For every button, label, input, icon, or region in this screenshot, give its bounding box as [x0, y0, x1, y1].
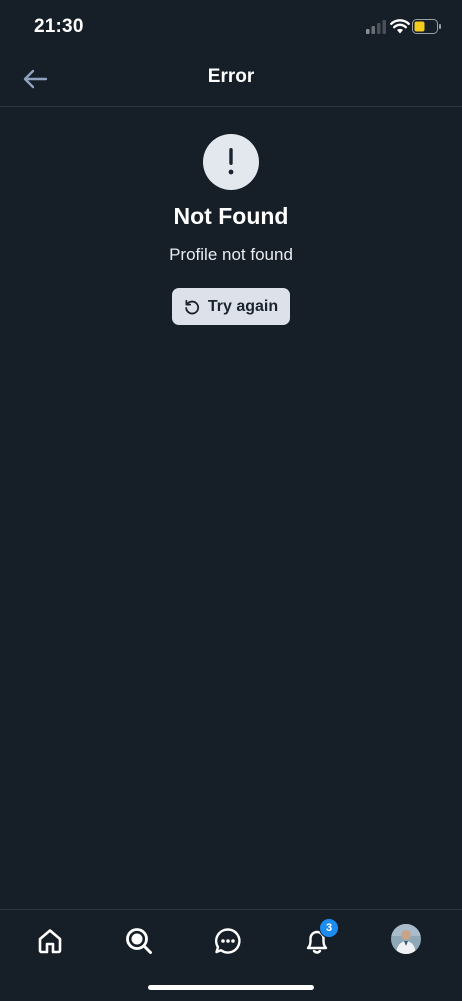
navigation-header: Error — [0, 54, 462, 107]
home-indicator — [148, 985, 314, 990]
search-icon — [126, 928, 152, 954]
status-bar: 21:30 — [0, 0, 462, 54]
error-title: Not Found — [173, 203, 289, 229]
page-title: Error — [207, 66, 255, 87]
tab-chat[interactable] — [211, 924, 245, 958]
chat-bubble-icon — [215, 928, 241, 954]
exclamation-icon — [203, 134, 259, 190]
try-again-label: Try again — [207, 297, 279, 315]
cellular-signal-icon — [366, 20, 386, 34]
try-again-button[interactable]: Try again — [172, 288, 290, 325]
error-message: Profile not found — [169, 245, 293, 264]
home-icon — [38, 929, 62, 954]
tab-home[interactable] — [33, 924, 67, 958]
avatar[interactable] — [391, 924, 421, 954]
user-avatar-image — [391, 924, 421, 954]
battery-icon — [412, 19, 441, 34]
wifi-icon — [390, 19, 410, 34]
retry-icon — [185, 299, 199, 314]
notification-badge: 3 — [319, 918, 339, 938]
status-time: 21:30 — [34, 16, 84, 37]
tab-search[interactable] — [122, 924, 156, 958]
